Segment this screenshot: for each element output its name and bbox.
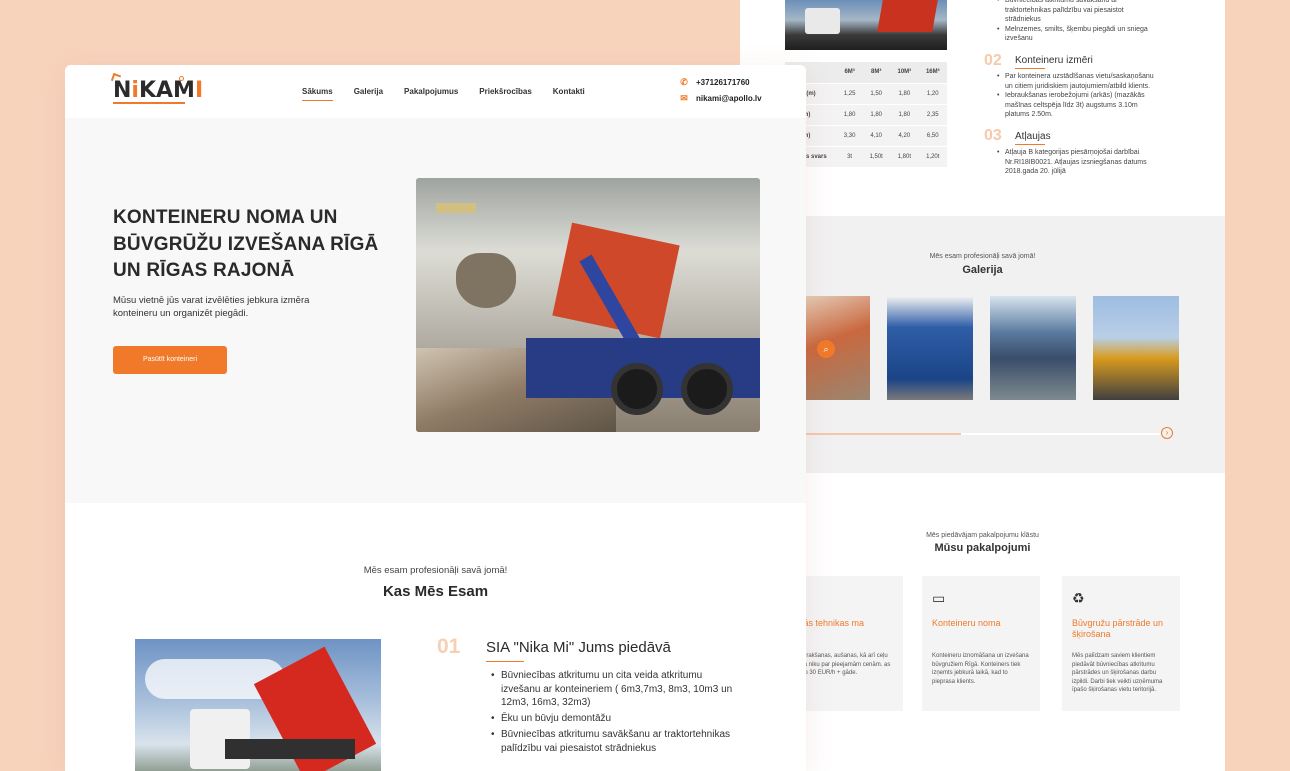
- hero-photo: [416, 178, 760, 432]
- section-number: 01: [437, 635, 461, 658]
- table-header: 8M³: [862, 62, 891, 84]
- table-cell: 1,80t: [890, 146, 919, 168]
- table-row: atums (m) 1,25 1,50 1,80 1,20: [785, 83, 947, 105]
- about-eyebrow: Mēs esam profesionāļi savā jomā!: [363, 565, 508, 576]
- table-cell: 1,80: [890, 83, 919, 105]
- gallery-scroll-progress: [785, 433, 962, 435]
- list-item: Būvniecības atkritumu savākšanu ar trakt…: [491, 728, 736, 755]
- nav-item-contacts[interactable]: Kontakti: [553, 87, 585, 96]
- phone-link[interactable]: ✆ +37126171760: [679, 77, 750, 88]
- services-title: Mūsu pakalpojumi: [934, 542, 1031, 554]
- nav-item-services[interactable]: Pakalpojumus: [404, 87, 458, 96]
- order-container-button[interactable]: Pasūtīt konteineri: [113, 346, 227, 374]
- section-underline: [1015, 144, 1045, 145]
- nav-item-home[interactable]: Sākums: [302, 87, 333, 101]
- list-item: Atļauja B kategorijas piesārņojošai darb…: [997, 148, 1157, 177]
- list-item: Ēku un būvju demontāžu: [491, 712, 736, 726]
- section-number: 02: [984, 52, 1002, 69]
- permits-list: Atļauja B kategorijas piesārņojošai darb…: [985, 148, 1157, 177]
- table-cell: 2,35: [918, 104, 947, 126]
- list-item: Būvniecības atkritumu un cita veida atkr…: [491, 669, 736, 710]
- table-cell: 1,80: [837, 104, 863, 126]
- table-cell: 1,50t: [862, 146, 891, 168]
- section-title: Atļaujas: [1015, 131, 1051, 142]
- table-cell: 4,10: [862, 125, 891, 147]
- table-cell: 1,80: [890, 104, 919, 126]
- search-icon[interactable]: ⌕: [817, 340, 835, 358]
- table-row: ums (m) 1,80 1,80 1,80 2,35: [785, 104, 947, 126]
- table-cell: 4,20: [890, 125, 919, 147]
- front-page-preview: NiKAMI Sākums Galerija Pakalpojumus Prie…: [65, 65, 806, 771]
- service-title: Konteineru noma: [932, 618, 1001, 628]
- service-text: Mēs palīdzam saviem klientiem piedāvāt b…: [1072, 653, 1163, 693]
- logo-text: NiKAMI: [113, 78, 204, 103]
- gallery-title: Galerija: [962, 264, 1003, 276]
- logo-underline: [113, 102, 185, 104]
- email-address: nikami@apollo.lv: [696, 94, 762, 103]
- table-header: 10M³: [890, 62, 919, 84]
- list-item: Iebraukšanas ierobežojumi (arkās) (mazāk…: [997, 91, 1157, 120]
- list-item: Būvniecības atkritumu savākšanu ar trakt…: [997, 0, 1157, 25]
- container-size-table: ainers 6M³ 8M³ 10M³ 16M³ atums (m) 1,25 …: [785, 62, 947, 168]
- hero-section: KONTEINERU NOMA UN BŪVGRŪŽU IZVEŠANA RĪG…: [65, 118, 806, 503]
- list-item: Melnzemes, smilts, šķembu piegādi un sni…: [997, 25, 1157, 44]
- services-eyebrow: Mēs piedāvājam pakalpojumu klāstu: [926, 532, 1039, 539]
- service-card[interactable]: ♻ Būvgružu pārstrāde un šķirošana Mēs pa…: [1062, 576, 1180, 711]
- gallery-photo[interactable]: [1093, 296, 1179, 400]
- services-top-list: Būvniecības atkritumu savākšanu ar trakt…: [985, 0, 1157, 44]
- chevron-right-icon[interactable]: ›: [1161, 427, 1173, 439]
- truck-photo: [785, 0, 947, 50]
- table-cell: 3,30: [837, 125, 863, 147]
- back-page-preview: ainers 6M³ 8M³ 10M³ 16M³ atums (m) 1,25 …: [740, 0, 1225, 771]
- table-cell: 1,20t: [918, 146, 947, 168]
- table-header: 16M³: [918, 62, 947, 84]
- gallery-photo[interactable]: [990, 296, 1076, 400]
- service-card[interactable]: ▭ Konteineru noma Konteineru iznomāšana …: [922, 576, 1040, 711]
- section-title: Konteineru izmēri: [1015, 55, 1093, 66]
- table-cell: 1,25: [837, 83, 863, 105]
- table-cell: 6,50: [918, 125, 947, 147]
- site-header: NiKAMI Sākums Galerija Pakalpojumus Prie…: [65, 65, 806, 118]
- service-text: Konteineru iznomāšana un izvešana būvgru…: [932, 653, 1029, 685]
- nav-item-advantages[interactable]: Priekšrocības: [479, 87, 531, 96]
- phone-icon: ✆: [680, 77, 688, 87]
- table-row: ums (m) 3,30 4,10 4,20 6,50: [785, 125, 947, 147]
- list-item: Par konteinera uzstādīšanas vietu/saskaņ…: [997, 72, 1157, 91]
- section-underline: [486, 661, 524, 662]
- gallery-section: Mēs esam profesionāļi savā jomā! Galerij…: [740, 216, 1225, 473]
- service-title: Būvgružu pārstrāde un šķirošana: [1072, 618, 1164, 639]
- gallery-photo[interactable]: [887, 296, 973, 400]
- section-number: 03: [984, 127, 1002, 144]
- about-section: Mēs esam profesionāļi savā jomā! Kas Mēs…: [65, 503, 806, 771]
- table-cell: 1,80: [862, 104, 891, 126]
- table-row: ojamais svars 3t 1,50t 1,80t 1,20t: [785, 146, 947, 168]
- nav-item-gallery[interactable]: Galerija: [354, 87, 383, 96]
- table-cell: 1,20: [918, 83, 947, 105]
- email-link[interactable]: ✉ nikami@apollo.lv: [679, 93, 762, 104]
- hero-subtitle: Mūsu vietnē jūs varat izvēlēties jebkura…: [113, 295, 310, 319]
- table-cell: 1,50: [862, 83, 891, 105]
- section-underline: [1015, 68, 1045, 69]
- gallery-scrollbar[interactable]: [785, 433, 1160, 435]
- recycle-bin-icon: ♻: [1072, 590, 1085, 606]
- logo-dot-mark: [179, 76, 184, 81]
- hero-title: KONTEINERU NOMA UN BŪVGRŪŽU IZVEŠANA RĪG…: [113, 207, 379, 281]
- table-cell: 3t: [837, 146, 863, 168]
- offer-list: Būvniecības atkritumu un cita veida atkr…: [491, 669, 736, 758]
- about-title: Kas Mēs Esam: [382, 583, 489, 600]
- table-header: 6M³: [837, 62, 863, 84]
- about-photo: [135, 639, 381, 771]
- main-nav: Sākums Galerija Pakalpojumus Priekšrocīb…: [302, 87, 585, 101]
- phone-number: +37126171760: [696, 78, 750, 87]
- about-subtitle: SIA "Nika Mi" Jums piedāvā: [486, 639, 671, 656]
- gallery-eyebrow: Mēs esam profesionāļi savā jomā!: [929, 253, 1036, 260]
- container-sizes-list: Par konteinera uzstādīšanas vietu/saskaņ…: [985, 72, 1157, 120]
- container-icon: ▭: [932, 590, 946, 606]
- logo[interactable]: NiKAMI: [110, 72, 203, 106]
- table-header-row: ainers 6M³ 8M³ 10M³ 16M³: [785, 62, 947, 84]
- mail-icon: ✉: [680, 93, 688, 103]
